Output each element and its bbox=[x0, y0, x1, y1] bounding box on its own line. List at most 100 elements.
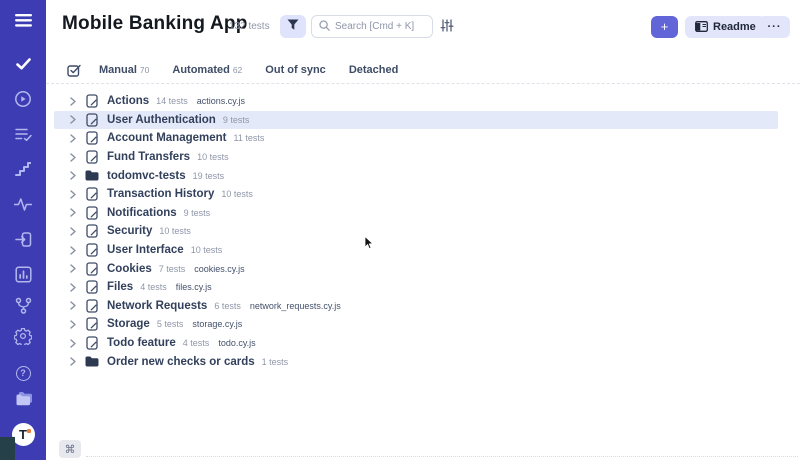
suite-row[interactable]: Actions 14 tests actions.cy.js bbox=[54, 92, 778, 111]
file-icon bbox=[85, 299, 99, 313]
file-icon bbox=[85, 187, 99, 201]
book-icon bbox=[695, 20, 708, 35]
suite-row[interactable]: Account Management 11 tests bbox=[54, 129, 778, 148]
gear-icon[interactable] bbox=[12, 325, 34, 347]
suite-count: 4 tests bbox=[183, 338, 210, 348]
suite-row[interactable]: todomvc-tests 19 tests bbox=[54, 166, 778, 185]
pulse-icon[interactable] bbox=[12, 193, 34, 215]
search-box[interactable] bbox=[311, 15, 433, 38]
suite-count: 9 tests bbox=[223, 115, 250, 125]
suite-row[interactable]: Security 10 tests bbox=[54, 222, 778, 241]
suite-title: todomvc-tests bbox=[107, 170, 186, 182]
suite-file: cookies.cy.js bbox=[194, 264, 244, 274]
import-icon[interactable] bbox=[12, 228, 34, 250]
file-icon bbox=[85, 113, 99, 127]
sliders-button[interactable] bbox=[438, 18, 456, 36]
select-all-icon[interactable] bbox=[67, 64, 81, 77]
help-icon[interactable]: ? bbox=[12, 362, 34, 384]
suite-count: 10 tests bbox=[191, 245, 223, 255]
suite-row[interactable]: User Authentication 9 tests bbox=[54, 111, 778, 130]
suite-count: 7 tests bbox=[159, 264, 186, 274]
suite-row[interactable]: Storage 5 tests storage.cy.js bbox=[54, 315, 778, 334]
chevron-right-icon[interactable] bbox=[70, 190, 78, 199]
suite-file: storage.cy.js bbox=[192, 319, 242, 329]
check-icon[interactable] bbox=[12, 53, 34, 75]
funnel-icon bbox=[287, 19, 299, 34]
bottom-divider bbox=[86, 456, 798, 457]
search-icon bbox=[319, 18, 330, 36]
readme-button[interactable]: Readme bbox=[685, 16, 766, 38]
chevron-right-icon[interactable] bbox=[70, 320, 78, 329]
suite-row[interactable]: Network Requests 6 tests network_request… bbox=[54, 297, 778, 316]
suite-title: User Interface bbox=[107, 244, 184, 256]
file-icon bbox=[85, 131, 99, 145]
list-check-icon[interactable] bbox=[12, 123, 34, 145]
folder-icon bbox=[85, 170, 99, 181]
suite-title: Cookies bbox=[107, 263, 152, 275]
sliders-icon bbox=[440, 19, 454, 35]
play-circle-icon[interactable] bbox=[12, 88, 34, 110]
suite-count: 10 tests bbox=[221, 189, 253, 199]
folder-nav-icon[interactable] bbox=[12, 388, 34, 410]
suite-list: Actions 14 tests actions.cy.js User Auth… bbox=[54, 92, 778, 371]
more-button[interactable]: ··· bbox=[759, 16, 790, 38]
suite-row[interactable]: Todo feature 4 tests todo.cy.js bbox=[54, 334, 778, 353]
suite-file: files.cy.js bbox=[176, 282, 212, 292]
suite-row[interactable]: Fund Transfers 10 tests bbox=[54, 148, 778, 167]
tab[interactable]: Out of sync bbox=[265, 64, 326, 76]
suite-count: 10 tests bbox=[197, 152, 229, 162]
chevron-right-icon[interactable] bbox=[70, 153, 78, 162]
suite-count: 14 tests bbox=[156, 96, 188, 106]
tab[interactable]: Detached bbox=[349, 64, 399, 76]
file-icon bbox=[85, 336, 99, 350]
chevron-right-icon[interactable] bbox=[70, 227, 78, 236]
menu-icon[interactable] bbox=[12, 9, 34, 31]
file-icon bbox=[85, 206, 99, 220]
add-button[interactable]: + bbox=[651, 16, 678, 38]
suite-row[interactable]: Files 4 tests files.cy.js bbox=[54, 278, 778, 297]
chevron-right-icon[interactable] bbox=[70, 97, 78, 106]
suite-file: network_requests.cy.js bbox=[250, 301, 341, 311]
steps-icon[interactable] bbox=[12, 158, 34, 180]
bar-chart-icon[interactable] bbox=[12, 263, 34, 285]
corner-dark-patch bbox=[0, 437, 15, 460]
chevron-right-icon[interactable] bbox=[70, 246, 78, 255]
suite-row[interactable]: User Interface 10 tests bbox=[54, 241, 778, 260]
suite-title: Fund Transfers bbox=[107, 151, 190, 163]
tab-count: 70 bbox=[140, 65, 149, 75]
suite-count: 5 tests bbox=[157, 319, 184, 329]
file-icon bbox=[85, 224, 99, 238]
filter-button[interactable] bbox=[280, 15, 306, 38]
tab-label: Detached bbox=[349, 64, 399, 76]
chevron-right-icon[interactable] bbox=[70, 339, 78, 348]
suite-row[interactable]: Order new checks or cards 1 tests bbox=[54, 352, 778, 371]
suite-row[interactable]: Notifications 9 tests bbox=[54, 204, 778, 223]
search-input[interactable] bbox=[335, 21, 425, 32]
chevron-right-icon[interactable] bbox=[70, 301, 78, 310]
suite-title: Storage bbox=[107, 318, 150, 330]
chevron-right-icon[interactable] bbox=[70, 171, 78, 180]
suite-row[interactable]: Cookies 7 tests cookies.cy.js bbox=[54, 259, 778, 278]
tab[interactable]: Manual 70 bbox=[99, 64, 149, 76]
chevron-right-icon[interactable] bbox=[70, 115, 78, 124]
suite-count: 9 tests bbox=[184, 208, 211, 218]
chevron-right-icon[interactable] bbox=[70, 208, 78, 217]
tab-count: 62 bbox=[233, 65, 242, 75]
chevron-right-icon[interactable] bbox=[70, 134, 78, 143]
suite-title: Actions bbox=[107, 95, 149, 107]
suite-title: User Authentication bbox=[107, 114, 216, 126]
suite-row[interactable]: Transaction History 10 tests bbox=[54, 185, 778, 204]
suite-count: 1 tests bbox=[262, 357, 289, 367]
file-icon bbox=[85, 262, 99, 276]
chevron-right-icon[interactable] bbox=[70, 264, 78, 273]
chevron-right-icon[interactable] bbox=[70, 283, 78, 292]
help-glyph: ? bbox=[16, 366, 31, 381]
tab-label: Out of sync bbox=[265, 64, 326, 76]
suite-title: Network Requests bbox=[107, 300, 207, 312]
branch-icon[interactable] bbox=[12, 294, 34, 316]
tab-label: Manual bbox=[99, 64, 137, 76]
tab[interactable]: Automated 62 bbox=[172, 64, 242, 76]
chevron-right-icon[interactable] bbox=[70, 357, 78, 366]
file-icon bbox=[85, 150, 99, 164]
command-shortcut-badge[interactable]: ⌘ bbox=[59, 440, 81, 458]
